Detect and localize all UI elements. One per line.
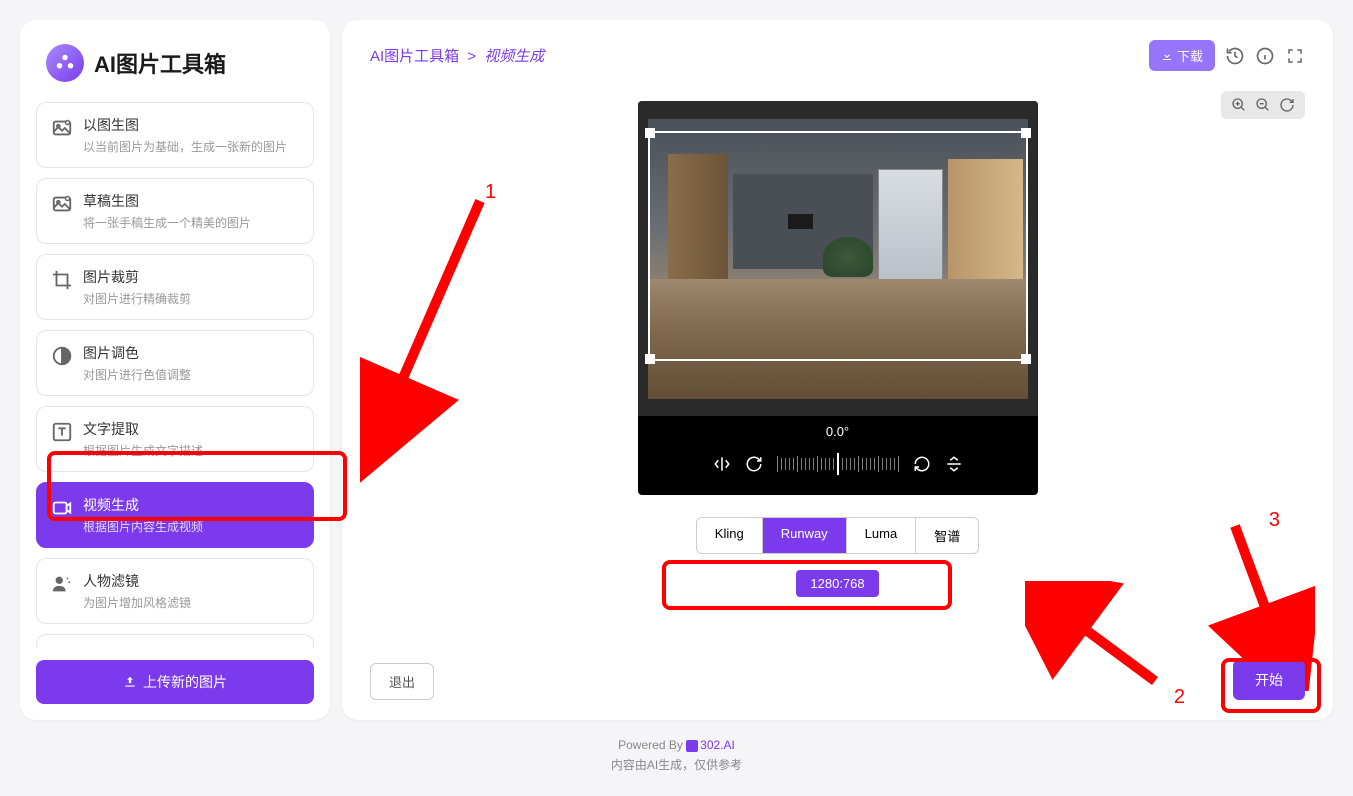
text-icon [51, 421, 73, 443]
annotation-label-2: 2 [1174, 686, 1185, 709]
annotation-label-1: 1 [485, 181, 496, 204]
brand-name[interactable]: 302.AI [700, 738, 735, 752]
model-tab-luma[interactable]: Luma [847, 518, 917, 553]
tool-item-sketch-to-image[interactable]: 草稿生图将一张手稿生成一个精美的图片 [36, 178, 314, 244]
video-icon [51, 497, 73, 519]
tool-desc: 根据图片生成文字描述 [83, 442, 203, 459]
tool-item-portrait-filter[interactable]: 人物滤镜为图片增加风格滤镜 [36, 558, 314, 624]
tool-title: 图片裁剪 [83, 267, 191, 287]
tool-desc: 根据图片内容生成视频 [83, 518, 203, 535]
flip-vertical-icon[interactable] [945, 455, 963, 473]
crop-icon [51, 269, 73, 291]
angle-ruler[interactable] [777, 453, 899, 475]
tool-item-color[interactable]: 图片调色对图片进行色值调整 [36, 330, 314, 396]
angle-label: 0.0° [826, 424, 849, 439]
crop-handle-br[interactable] [1021, 354, 1031, 364]
header-actions: 下载 [1149, 40, 1305, 71]
undo-icon[interactable] [913, 455, 931, 473]
tool-item-image-to-image[interactable]: 以图生图以当前图片为基础，生成一张新的图片 [36, 102, 314, 168]
download-icon [1161, 50, 1173, 62]
fullscreen-icon[interactable] [1285, 46, 1305, 66]
angle-section: 0.0° [638, 416, 1038, 439]
tool-title: 视频生成 [83, 495, 203, 515]
zoom-controls [1221, 91, 1305, 119]
download-label: 下载 [1177, 46, 1203, 65]
editor-controls [638, 439, 1038, 495]
model-tabs: Kling Runway Luma 智谱 [696, 517, 979, 554]
upload-icon [123, 675, 137, 689]
tool-title: 人物滤镜 [83, 571, 191, 591]
sidebar: AI图片工具箱 以图生图以当前图片为基础，生成一张新的图片 草稿生图将一张手稿生… [20, 20, 330, 720]
upload-button[interactable]: 上传新的图片 [36, 660, 314, 704]
exit-button[interactable]: 退出 [370, 663, 434, 700]
annotation-arrow-1 [360, 191, 520, 491]
tool-item-crop[interactable]: 图片裁剪对图片进行精确裁剪 [36, 254, 314, 320]
model-tab-kling[interactable]: Kling [697, 518, 763, 553]
tool-item-stitch[interactable]: 图片拼接将多张图片拼接成一张 [36, 634, 314, 648]
header: AI图片工具箱 > 视频生成 下载 [370, 40, 1305, 71]
image-icon [51, 117, 73, 139]
tool-list: 以图生图以当前图片为基础，生成一张新的图片 草稿生图将一张手稿生成一个精美的图片… [36, 102, 314, 648]
main-panel: AI图片工具箱 > 视频生成 下载 [342, 20, 1333, 720]
rotate-right-icon[interactable] [745, 455, 763, 473]
logo-row: AI图片工具箱 [36, 36, 314, 102]
crop-handle-tl[interactable] [645, 128, 655, 138]
refresh-icon[interactable] [1279, 97, 1295, 113]
crop-handle-bl[interactable] [645, 354, 655, 364]
powered-by-label: Powered By [618, 738, 683, 752]
zoom-out-icon[interactable] [1255, 97, 1271, 113]
image-editor: 0.0° [638, 101, 1038, 495]
tool-desc: 对图片进行精确裁剪 [83, 290, 191, 307]
tool-title: 以图生图 [83, 115, 287, 135]
page-footer: Powered By 302.AI 内容由AI生成，仅供参考 [20, 738, 1333, 773]
content: 0.0° [370, 91, 1305, 660]
crop-handle-tr[interactable] [1021, 128, 1031, 138]
logo-icon [46, 44, 84, 82]
crop-rectangle[interactable] [648, 131, 1028, 361]
annotation-label-3: 3 [1269, 509, 1280, 532]
download-button[interactable]: 下载 [1149, 40, 1215, 71]
tool-item-video-gen[interactable]: 视频生成根据图片内容生成视频 [36, 482, 314, 548]
resolution-tag[interactable]: 1280:768 [796, 570, 878, 597]
contrast-icon [51, 345, 73, 367]
flip-horizontal-icon[interactable] [713, 455, 731, 473]
breadcrumb: AI图片工具箱 > 视频生成 [370, 45, 544, 66]
tool-desc: 对图片进行色值调整 [83, 366, 191, 383]
breadcrumb-sep: > [467, 48, 476, 65]
app-title: AI图片工具箱 [94, 47, 226, 79]
tool-title: 文字提取 [83, 419, 203, 439]
model-tab-zhipu[interactable]: 智谱 [916, 518, 978, 553]
upload-label: 上传新的图片 [143, 672, 227, 692]
person-icon [51, 573, 73, 595]
tool-item-text-extract[interactable]: 文字提取根据图片生成文字描述 [36, 406, 314, 472]
tool-title: 图片调色 [83, 343, 191, 363]
image-canvas[interactable] [638, 101, 1038, 416]
zoom-in-icon[interactable] [1231, 97, 1247, 113]
start-button[interactable]: 开始 [1233, 660, 1305, 700]
tool-desc: 将一张手稿生成一个精美的图片 [83, 214, 251, 231]
history-icon[interactable] [1225, 46, 1245, 66]
breadcrumb-root[interactable]: AI图片工具箱 [370, 48, 459, 65]
tool-desc: 为图片增加风格滤镜 [83, 594, 191, 611]
tool-title: 图片拼接 [83, 647, 203, 648]
sketch-icon [51, 193, 73, 215]
info-icon[interactable] [1255, 46, 1275, 66]
breadcrumb-current: 视频生成 [484, 48, 544, 65]
tool-desc: 以当前图片为基础，生成一张新的图片 [83, 138, 287, 155]
footer: 退出 开始 [370, 660, 1305, 700]
model-tab-runway[interactable]: Runway [763, 518, 847, 553]
tool-title: 草稿生图 [83, 191, 251, 211]
disclaimer: 内容由AI生成，仅供参考 [20, 756, 1333, 773]
